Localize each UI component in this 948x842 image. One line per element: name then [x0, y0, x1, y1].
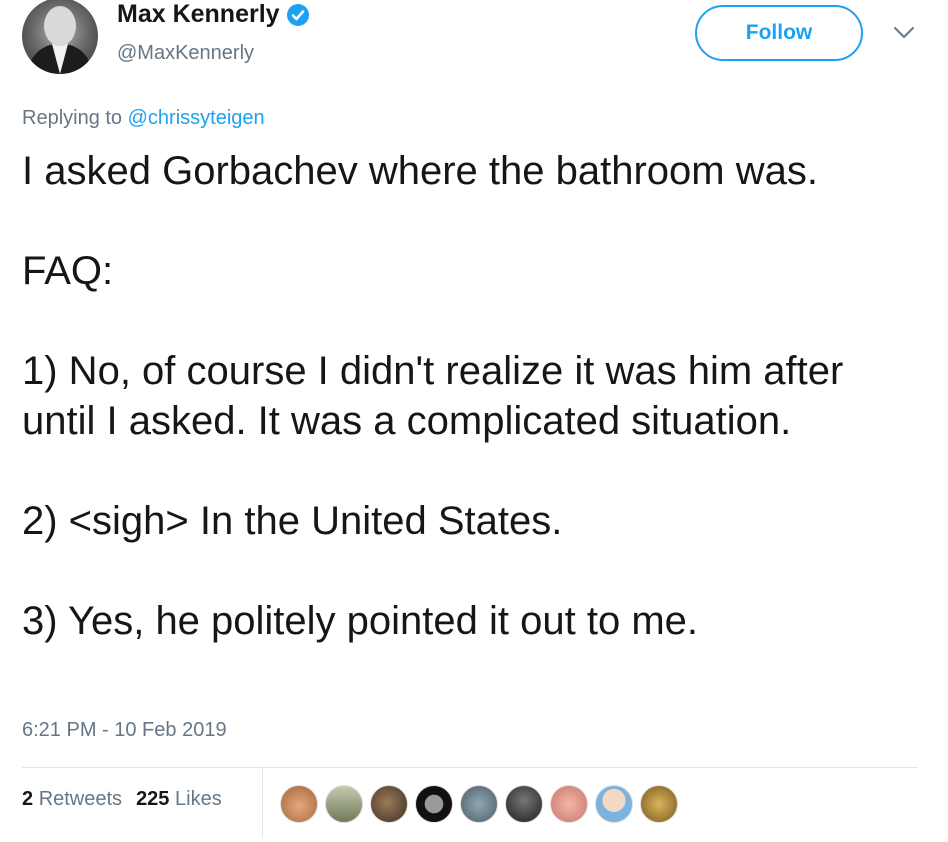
reply-context: Replying to @chrissyteigen: [22, 107, 265, 130]
tweet-line: I asked Gorbachev where the bathroom was…: [22, 149, 818, 193]
author-display-name[interactable]: Max Kennerly: [117, 0, 280, 29]
divider: [22, 767, 918, 768]
likes-label: Likes: [175, 788, 222, 810]
liker-avatar[interactable]: [415, 785, 453, 823]
liker-avatar[interactable]: [280, 785, 318, 823]
stats-separator: [262, 768, 263, 838]
follow-button[interactable]: Follow: [695, 5, 863, 61]
retweets-label: Retweets: [38, 788, 123, 810]
retweets-stat[interactable]: 2 Retweets: [22, 788, 122, 811]
retweets-count: 2: [22, 788, 34, 810]
tweet-stats: 2 Retweets 225 Likes: [22, 788, 222, 811]
liker-avatar[interactable]: [370, 785, 408, 823]
liker-avatar[interactable]: [640, 785, 678, 823]
author-handle[interactable]: @MaxKennerly: [117, 42, 254, 65]
likes-stat[interactable]: 225 Likes: [136, 788, 222, 811]
liker-avatar[interactable]: [505, 785, 543, 823]
reply-prefix: Replying to: [22, 107, 123, 129]
likes-count: 225: [136, 788, 170, 810]
liker-avatar[interactable]: [550, 785, 588, 823]
tweet-text: I asked Gorbachev where the bathroom was…: [22, 146, 922, 646]
liker-avatar[interactable]: [595, 785, 633, 823]
tweet-line: 2) <sigh> In the United States.: [22, 499, 563, 543]
liker-avatars: [280, 785, 678, 823]
verified-badge-icon: [286, 3, 309, 26]
tweet-line: FAQ:: [22, 249, 114, 293]
chevron-down-icon[interactable]: [893, 26, 915, 40]
liker-avatar[interactable]: [325, 785, 363, 823]
author-avatar[interactable]: [22, 0, 98, 74]
avatar-face: [44, 6, 76, 46]
tweet-timestamp[interactable]: 6:21 PM - 10 Feb 2019: [22, 719, 227, 742]
reply-mention-link[interactable]: @chrissyteigen: [128, 107, 265, 129]
tweet-line: 1) No, of course I didn't realize it was…: [22, 349, 844, 443]
author-name-row: Max Kennerly: [117, 0, 310, 29]
liker-avatar[interactable]: [460, 785, 498, 823]
tweet-line: 3) Yes, he politely pointed it out to me…: [22, 599, 698, 643]
